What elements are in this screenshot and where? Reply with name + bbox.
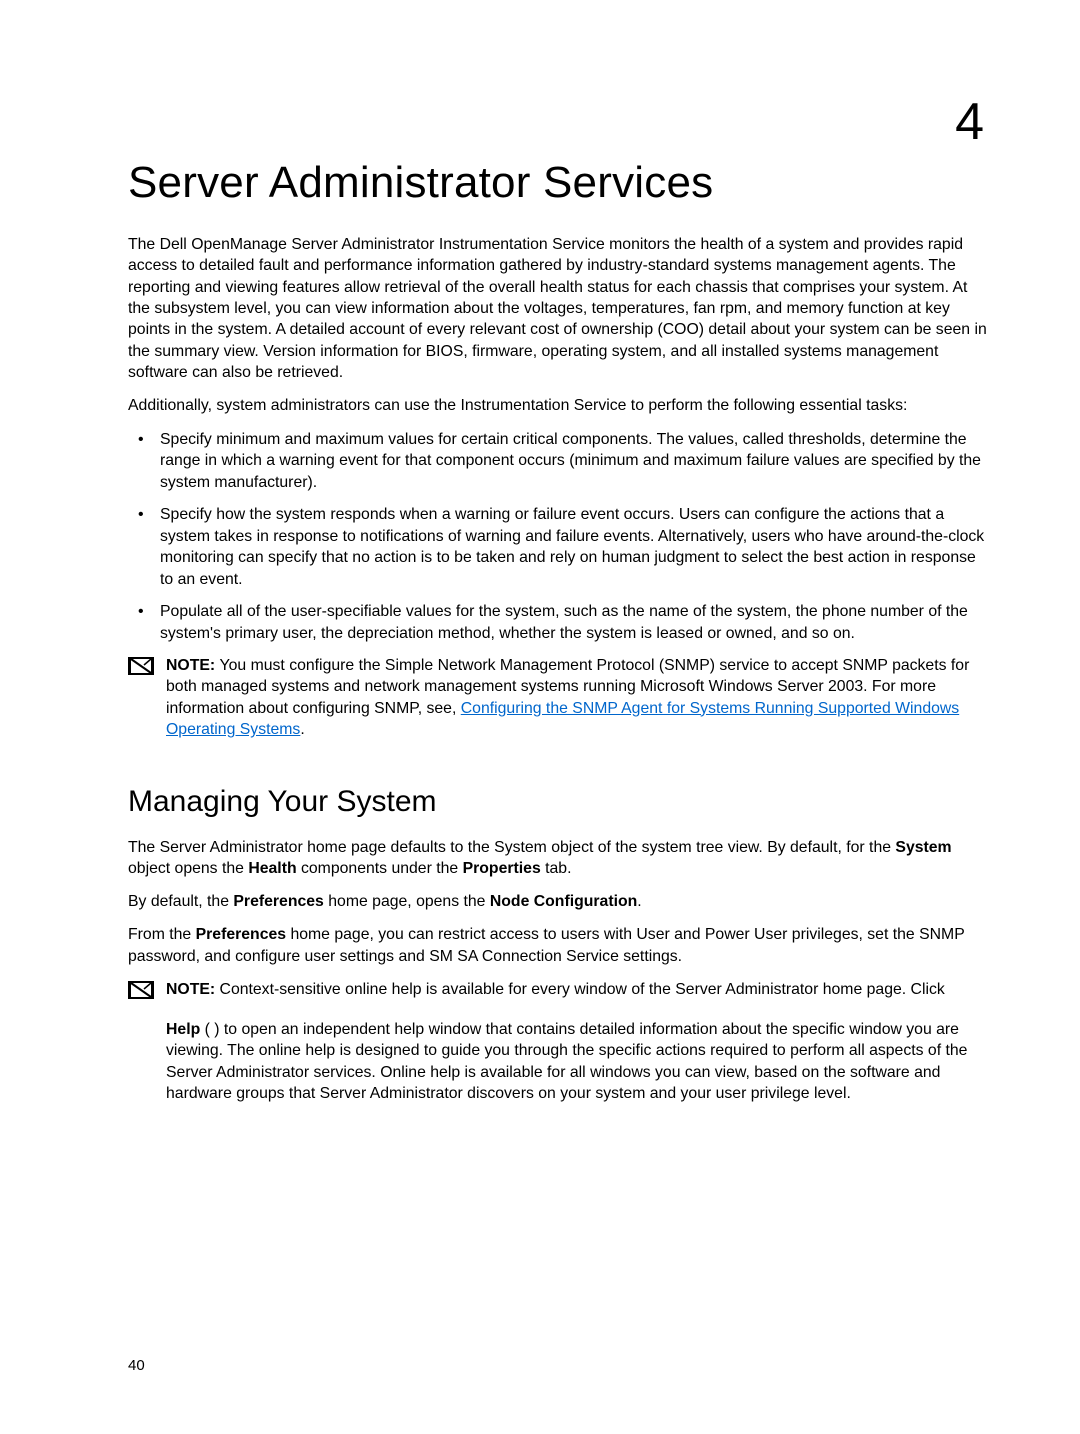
text-span: By default, the	[128, 893, 233, 910]
text-span: Properties	[463, 860, 541, 877]
text-span: components under the	[297, 860, 463, 877]
intro-paragraph-1: The Dell OpenManage Server Administrator…	[128, 234, 990, 383]
note-body: Context-sensitive online help is availab…	[220, 981, 945, 998]
task-list: Specify minimum and maximum values for c…	[128, 429, 990, 645]
intro-paragraph-2: Additionally, system administrators can …	[128, 395, 990, 416]
chapter-title: Server Administrator Services	[128, 158, 990, 208]
section-title: Managing Your System	[128, 785, 990, 819]
note-icon	[128, 657, 156, 675]
note-label: NOTE:	[166, 981, 220, 998]
note-label: NOTE:	[166, 657, 220, 674]
text-span: .	[637, 893, 641, 910]
note-icon	[128, 981, 156, 999]
text-span: Preferences	[233, 893, 323, 910]
note-block-1: NOTE: You must configure the Simple Netw…	[128, 655, 990, 741]
text-span: object opens the	[128, 860, 248, 877]
managing-p3: From the Preferences home page, you can …	[128, 924, 990, 967]
list-item: Populate all of the user-specifiable val…	[128, 601, 990, 645]
help-label: Help	[166, 1021, 200, 1038]
page-number: 40	[128, 1357, 145, 1374]
text-span: Health	[248, 860, 296, 877]
note-body-post: .	[300, 721, 304, 738]
managing-p2: By default, the Preferences home page, o…	[128, 891, 990, 912]
note-text: NOTE: Context-sensitive online help is a…	[166, 979, 990, 1104]
text-span: From the	[128, 926, 196, 943]
managing-p1: The Server Administrator home page defau…	[128, 837, 990, 880]
chapter-number: 4	[128, 92, 990, 152]
note-block-2: NOTE: Context-sensitive online help is a…	[128, 979, 990, 1104]
text-span: home page, opens the	[324, 893, 490, 910]
note-sub-body: ( ) to open an independent help window t…	[166, 1021, 967, 1102]
list-item: Specify minimum and maximum values for c…	[128, 429, 990, 494]
text-span: The Server Administrator home page defau…	[128, 839, 895, 856]
list-item: Specify how the system responds when a w…	[128, 504, 990, 591]
note-text: NOTE: You must configure the Simple Netw…	[166, 655, 990, 741]
text-span: tab.	[541, 860, 572, 877]
text-span: System	[895, 839, 951, 856]
text-span: Preferences	[196, 926, 286, 943]
text-span: Node Configuration	[490, 893, 637, 910]
